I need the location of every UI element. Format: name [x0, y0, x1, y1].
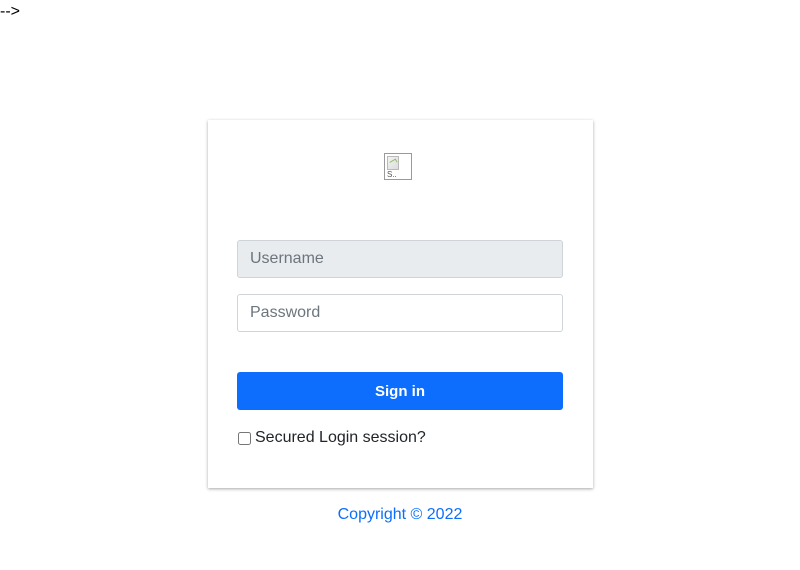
password-input[interactable] — [237, 294, 563, 332]
copyright-text: Copyright © 2022 — [337, 506, 463, 523]
secured-session-checkbox[interactable] — [238, 431, 251, 445]
secured-session-label[interactable]: Secured Login session? — [255, 428, 426, 448]
login-card: S.. Sign in Secured Login session? — [208, 120, 593, 488]
logo-image: S.. — [384, 153, 412, 180]
broken-image-icon — [387, 156, 399, 170]
secured-session-option: Secured Login session? — [237, 428, 426, 448]
username-input[interactable] — [237, 240, 563, 278]
stray-comment-text: --> — [0, 3, 20, 20]
logo-alt-text: S.. — [387, 170, 397, 179]
sign-in-button[interactable]: Sign in — [237, 372, 563, 410]
